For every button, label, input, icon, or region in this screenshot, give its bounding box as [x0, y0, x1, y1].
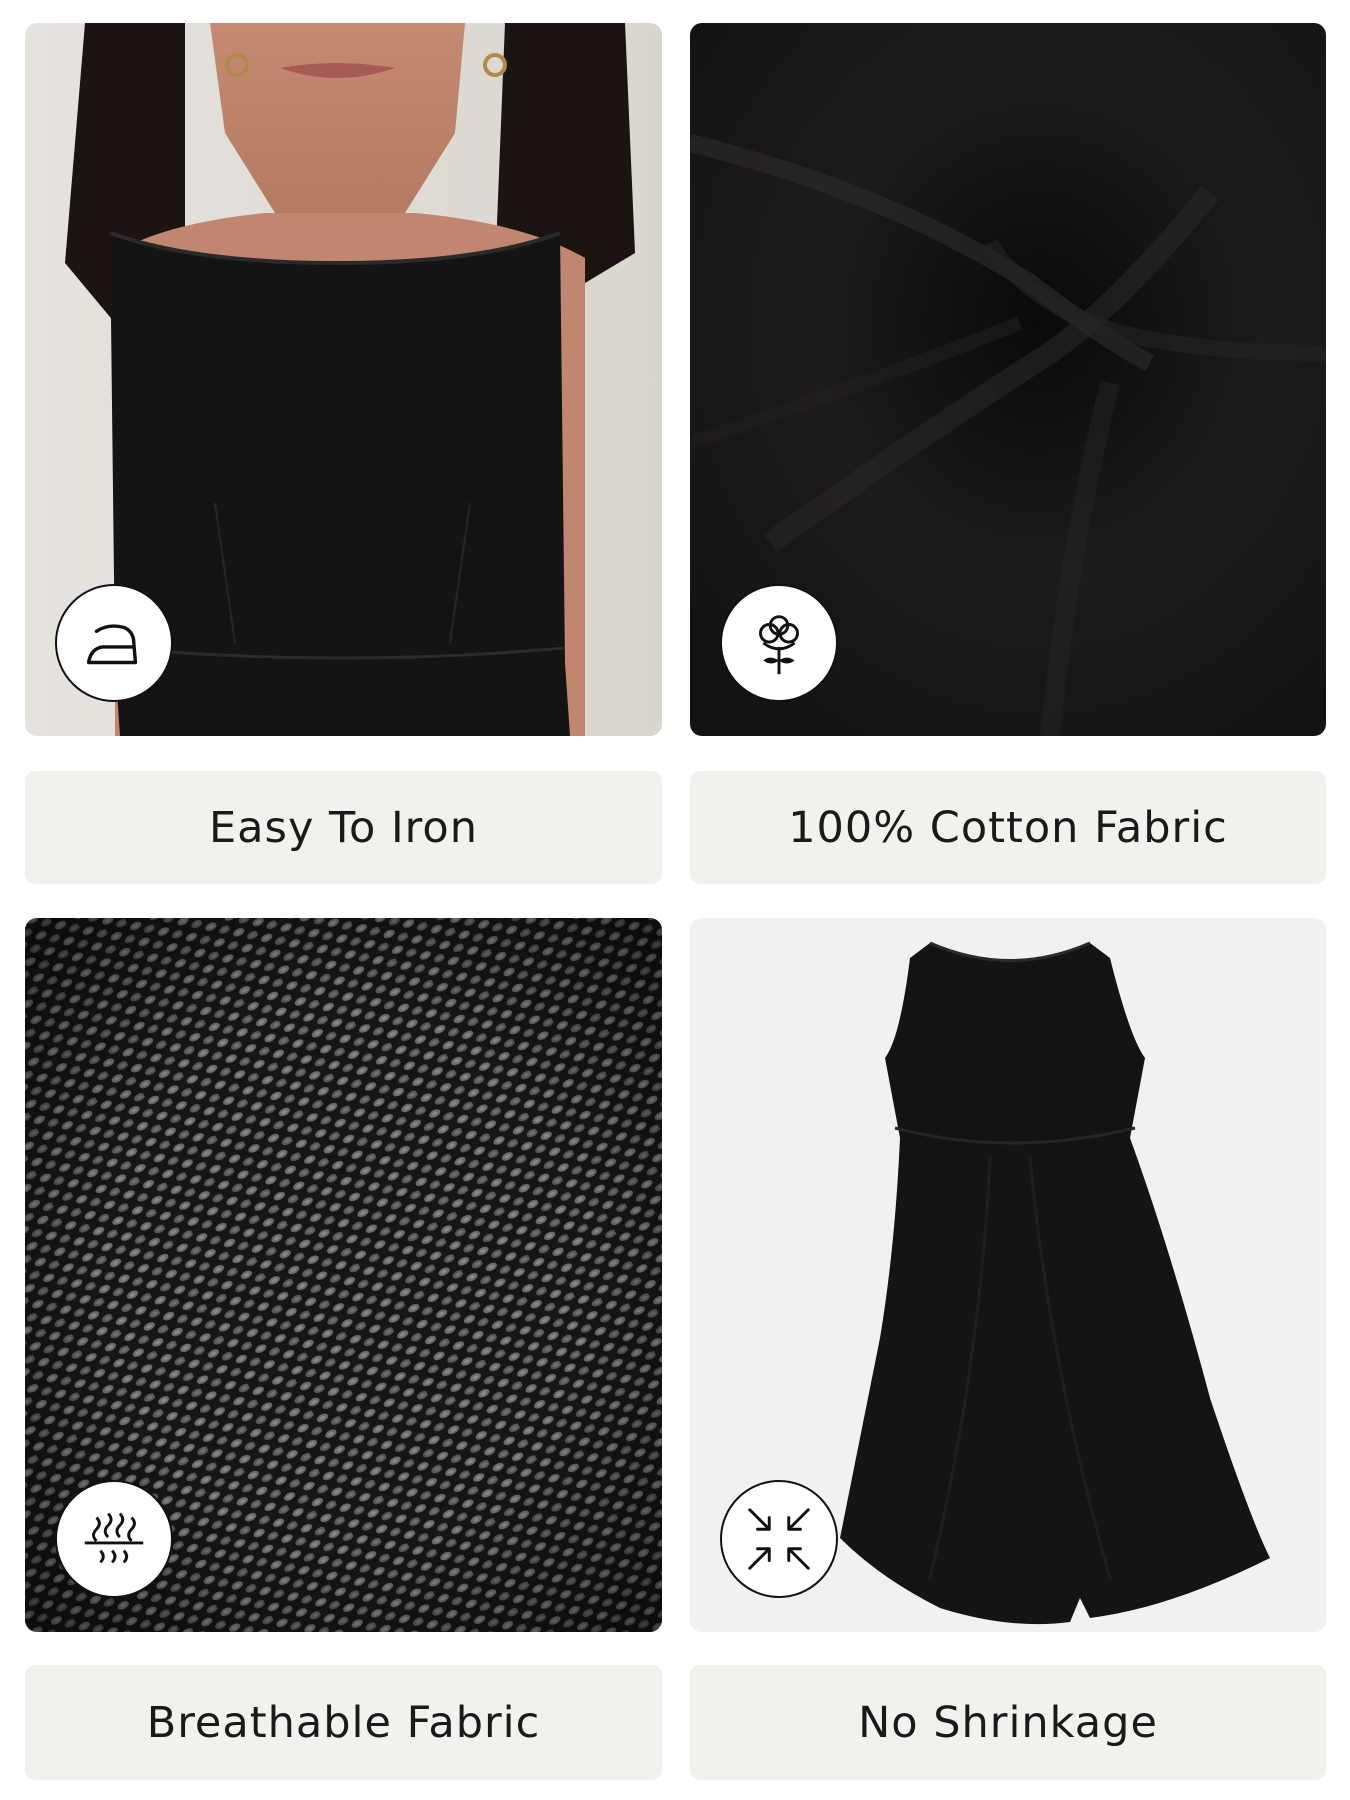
cotton-fabric-photo	[690, 23, 1326, 736]
iron-icon	[55, 584, 173, 702]
feature-label-breathable-fabric: Breathable Fabric	[25, 1665, 662, 1780]
feature-label-cotton-fabric: 100% Cotton Fabric	[690, 771, 1326, 884]
no-shrink-icon	[720, 1480, 838, 1598]
model-dress-photo	[25, 23, 662, 736]
flat-lay-dress-photo	[690, 918, 1326, 1632]
fabric-weave-closeup-photo	[25, 918, 662, 1632]
feature-label-no-shrinkage: No Shrinkage	[690, 1665, 1326, 1780]
feature-label-easy-to-iron: Easy To Iron	[25, 771, 662, 884]
breathable-icon	[55, 1480, 173, 1598]
cotton-flower-icon	[720, 584, 838, 702]
